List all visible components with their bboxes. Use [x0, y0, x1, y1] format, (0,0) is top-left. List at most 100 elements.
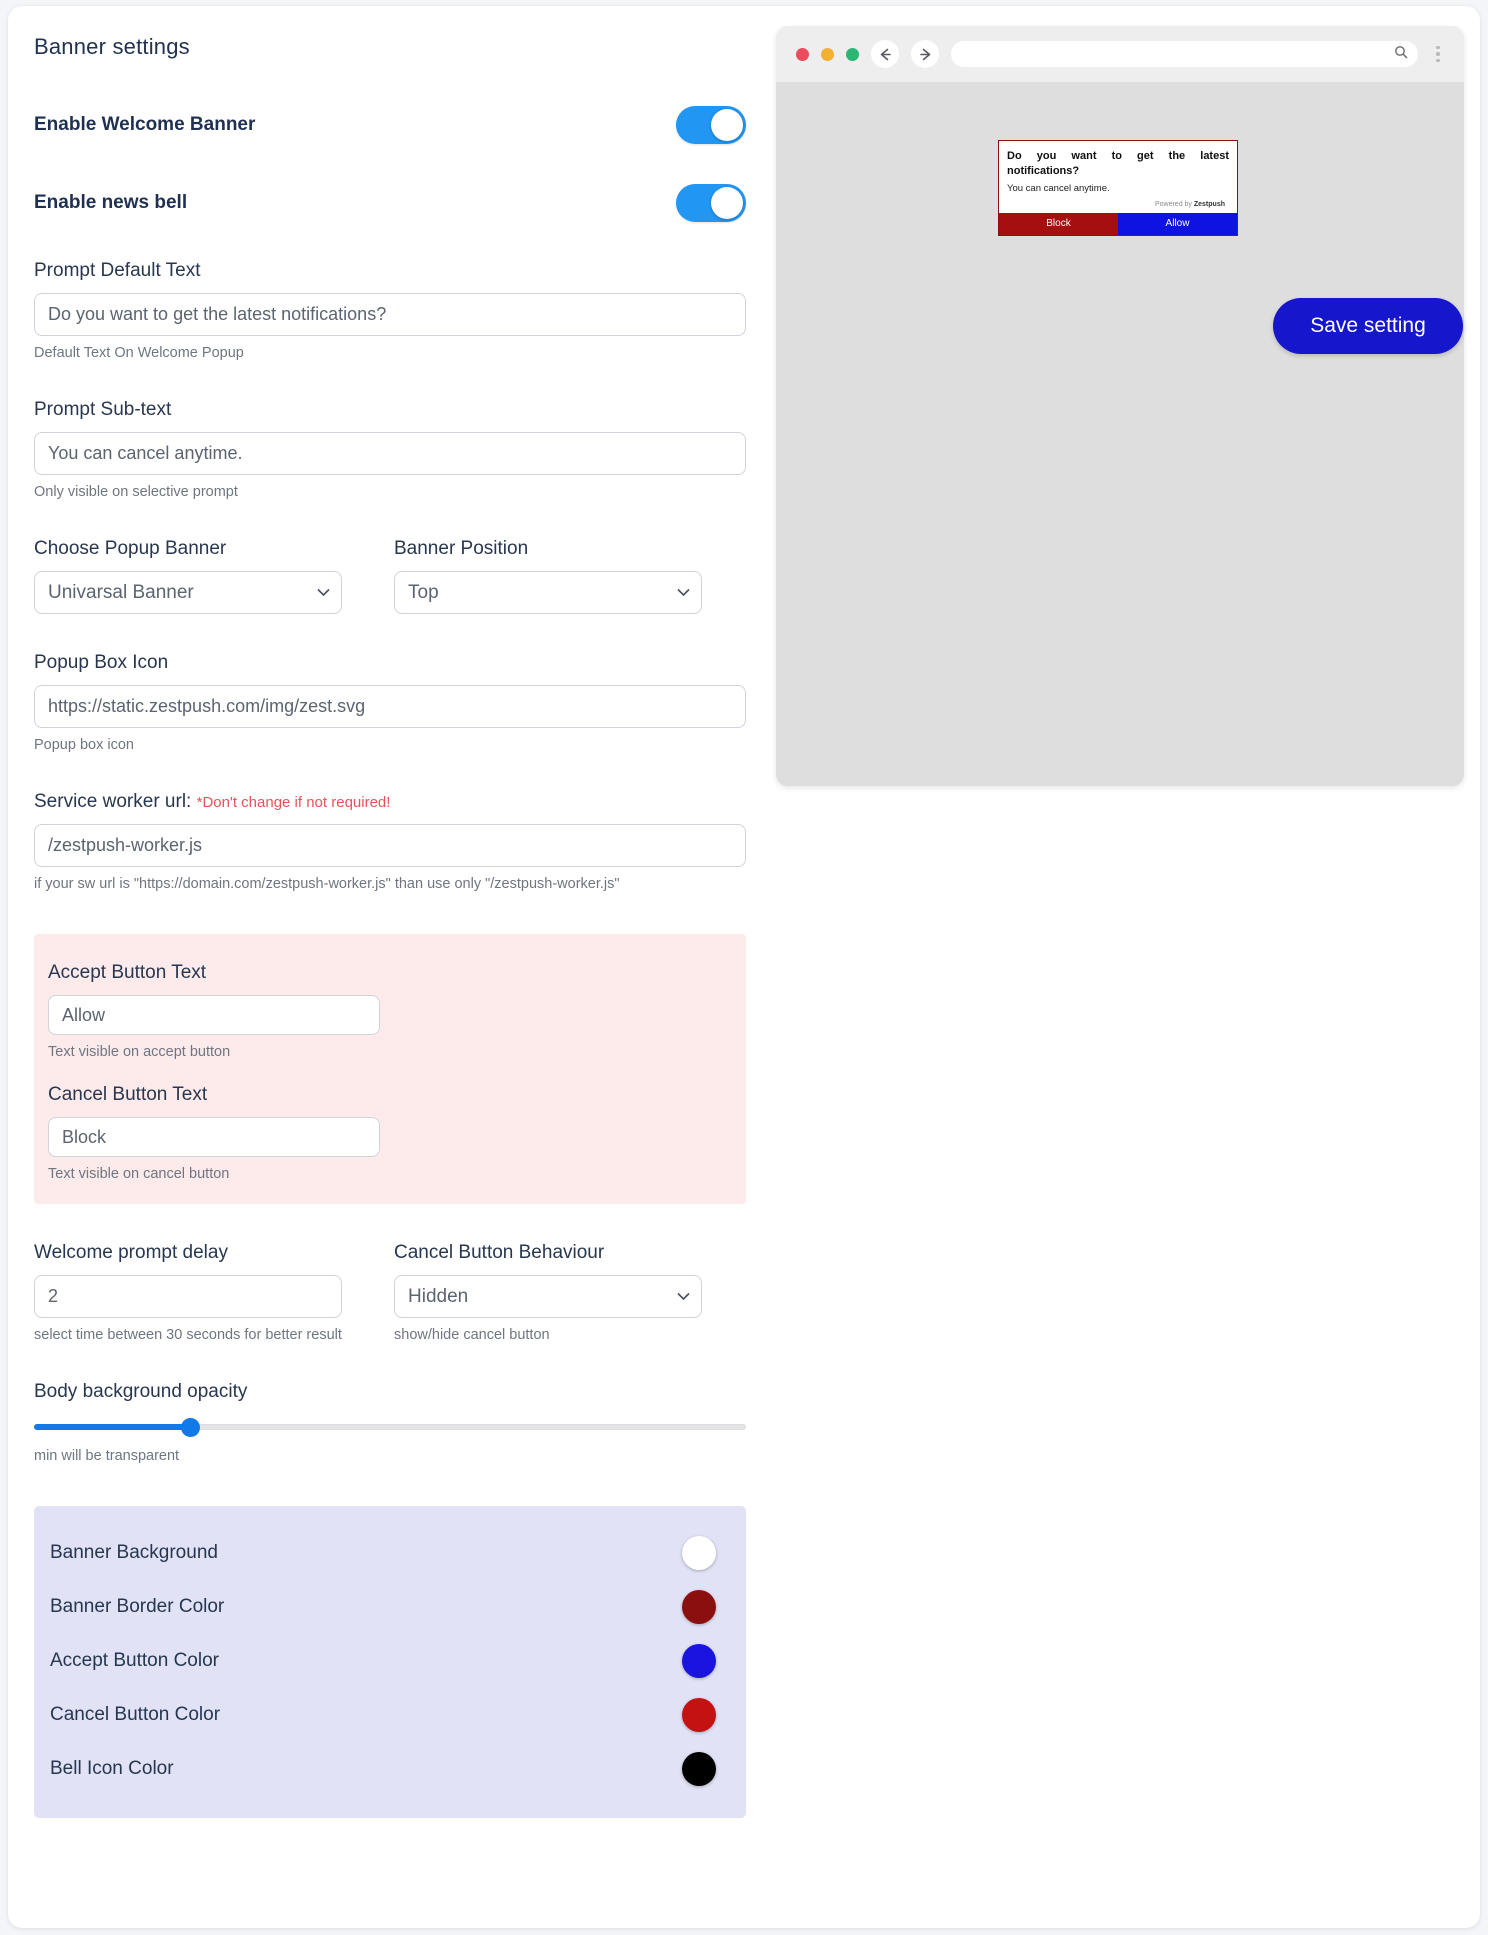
label-popup-box-icon: Popup Box Icon [34, 652, 169, 673]
toggle-knob [711, 187, 743, 219]
toggle-knob [711, 109, 743, 141]
color-row-banner-border: Banner Border Color [34, 1580, 746, 1634]
label-accept-button-text: Accept Button Text [48, 962, 207, 983]
label-choose-popup-banner: Choose Popup Banner [34, 538, 227, 559]
color-label-banner-border: Banner Border Color [50, 1596, 225, 1617]
color-swatch-banner-background[interactable] [682, 1536, 716, 1570]
toggle-news-bell[interactable] [676, 184, 746, 222]
notification-body: Do you want to get the latest notificati… [999, 141, 1237, 213]
popup-box-icon-input[interactable] [34, 685, 746, 728]
page-title: Banner settings [34, 34, 190, 59]
field-prompt-subtext: Prompt Sub-text Only visible on selectiv… [34, 399, 746, 500]
label-cancel-button-text: Cancel Button Text [48, 1084, 208, 1105]
toggle-row-news-bell: Enable news bell [34, 184, 746, 222]
helper-service-worker-url: if your sw url is "https://domain.com/ze… [34, 876, 620, 892]
row-delay-behaviour: Welcome prompt delay select time between… [34, 1242, 746, 1343]
color-swatch-cancel-button[interactable] [682, 1698, 716, 1732]
color-label-bell-icon: Bell Icon Color [50, 1758, 174, 1779]
label-prompt-subtext: Prompt Sub-text [34, 399, 172, 420]
minimize-window-dot-icon[interactable] [821, 47, 834, 61]
accept-button-text-input[interactable] [48, 995, 380, 1035]
service-worker-warning: *Don't change if not required! [196, 794, 391, 811]
helper-popup-box-icon: Popup box icon [34, 737, 134, 753]
maximize-window-dot-icon[interactable] [846, 47, 859, 61]
forward-button[interactable] [911, 40, 939, 68]
label-service-worker-url: Service worker url: *Don't change if not… [34, 791, 746, 813]
powered-by-brand: Zestpush [1193, 200, 1225, 208]
label-banner-position: Banner Position [394, 538, 529, 559]
color-label-accept-button: Accept Button Color [50, 1650, 219, 1671]
service-worker-url-input[interactable] [34, 824, 746, 867]
color-label-banner-background: Banner Background [50, 1542, 218, 1563]
label-cancel-button-behaviour: Cancel Button Behaviour [394, 1242, 605, 1263]
settings-column: Banner settings Enable Welcome Banner En… [8, 6, 768, 1858]
field-accept-button-text: Accept Button Text Text visible on accep… [48, 962, 732, 1060]
cancel-button-behaviour-select[interactable]: Hidden [394, 1275, 702, 1318]
save-setting-button[interactable]: Save setting [1273, 298, 1463, 354]
label-prompt-default-text: Prompt Default Text [34, 260, 201, 281]
notification-title: Do you want to get the latest notificati… [1007, 150, 1229, 177]
field-banner-position: Banner Position Top [394, 538, 702, 614]
kebab-dot [1436, 52, 1440, 56]
notification-actions: Block Allow [999, 212, 1237, 235]
label-service-worker-text: Service worker url: [34, 791, 192, 812]
choose-popup-banner-select[interactable]: Univarsal Banner [34, 571, 342, 614]
color-settings-panel: Banner Background Banner Border Color Ac… [34, 1506, 746, 1818]
notification-subtext: You can cancel anytime. [1007, 182, 1110, 194]
helper-accept-button-text: Text visible on accept button [48, 1044, 231, 1060]
field-cancel-button-behaviour: Cancel Button Behaviour Hidden show/hide… [394, 1242, 702, 1343]
slider-fill [34, 1424, 191, 1430]
browser-menu-button[interactable] [1430, 45, 1446, 63]
powered-by-prefix: Powered by [1154, 200, 1194, 208]
address-bar-input[interactable] [951, 41, 1418, 67]
field-popup-box-icon: Popup Box Icon Popup box icon [34, 652, 746, 753]
toggle-label-welcome-banner: Enable Welcome Banner [34, 114, 256, 135]
notification-prompt-preview: Do you want to get the latest notificati… [998, 140, 1238, 236]
browser-viewport: Do you want to get the latest notificati… [776, 82, 1464, 786]
notification-powered-by: Powered by Zestpush [1007, 201, 1225, 208]
label-body-background-opacity: Body background opacity [34, 1381, 248, 1402]
toggle-label-news-bell: Enable news bell [34, 192, 188, 213]
helper-cancel-button-text: Text visible on cancel button [48, 1166, 230, 1182]
notification-allow-button[interactable]: Allow [1118, 212, 1237, 235]
field-service-worker-url: Service worker url: *Don't change if not… [34, 791, 746, 892]
close-window-dot-icon[interactable] [796, 47, 809, 61]
browser-toolbar [776, 26, 1464, 82]
helper-prompt-default-text: Default Text On Welcome Popup [34, 345, 244, 361]
banner-position-value: Top [408, 581, 439, 603]
prompt-subtext-input[interactable] [34, 432, 746, 475]
banner-position-select[interactable]: Top [394, 571, 702, 614]
kebab-dot [1436, 58, 1440, 63]
button-text-panel: Accept Button Text Text visible on accep… [34, 934, 746, 1204]
toggle-row-welcome-banner: Enable Welcome Banner [34, 106, 746, 144]
search-icon [1394, 45, 1408, 64]
field-cancel-button-text: Cancel Button Text Text visible on cance… [48, 1084, 732, 1182]
back-button[interactable] [871, 40, 899, 68]
helper-cancel-button-behaviour: show/hide cancel button [394, 1327, 550, 1343]
prompt-default-text-input[interactable] [34, 293, 746, 336]
helper-welcome-prompt-delay: select time between 30 seconds for bette… [34, 1327, 342, 1343]
color-swatch-banner-border[interactable] [682, 1590, 716, 1624]
toggle-welcome-banner[interactable] [676, 106, 746, 144]
kebab-dot [1436, 45, 1440, 50]
helper-body-background-opacity: min will be transparent [34, 1448, 180, 1464]
choose-popup-banner-value: Univarsal Banner [48, 581, 194, 603]
color-row-banner-background: Banner Background [34, 1526, 746, 1580]
browser-mockup: Do you want to get the latest notificati… [776, 26, 1464, 786]
row-banner-selects: Choose Popup Banner Univarsal Banner Ban… [34, 538, 746, 614]
settings-card: Banner settings Enable Welcome Banner En… [8, 6, 1480, 1928]
field-choose-popup-banner: Choose Popup Banner Univarsal Banner [34, 538, 342, 614]
preview-pane: Do you want to get the latest notificati… [776, 26, 1464, 786]
body-background-opacity-slider[interactable] [34, 1415, 746, 1439]
welcome-prompt-delay-input[interactable] [34, 1275, 342, 1318]
color-label-cancel-button: Cancel Button Color [50, 1704, 221, 1725]
helper-prompt-subtext: Only visible on selective prompt [34, 484, 238, 500]
color-swatch-bell-icon[interactable] [682, 1752, 716, 1786]
cancel-button-text-input[interactable] [48, 1117, 380, 1157]
slider-thumb[interactable] [180, 1418, 200, 1437]
notification-block-button[interactable]: Block [999, 212, 1118, 235]
color-row-cancel-button: Cancel Button Color [34, 1688, 746, 1742]
color-swatch-accept-button[interactable] [682, 1644, 716, 1678]
field-prompt-default-text: Prompt Default Text Default Text On Welc… [34, 260, 746, 361]
color-row-accept-button: Accept Button Color [34, 1634, 746, 1688]
